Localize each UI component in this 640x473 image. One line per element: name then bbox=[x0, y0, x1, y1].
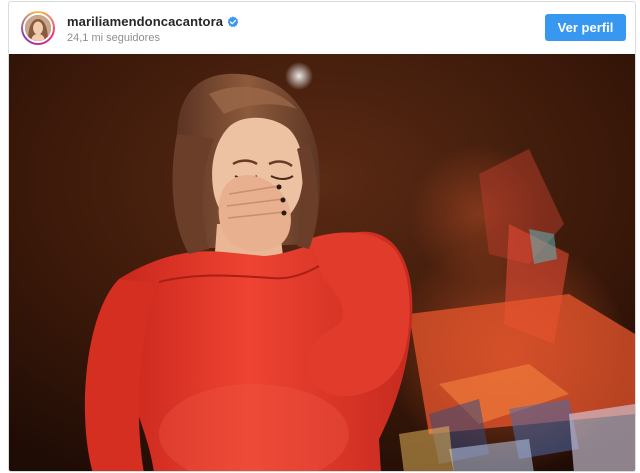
view-profile-button[interactable]: Ver perfil bbox=[545, 14, 626, 41]
username-row: mariliamendoncacantora bbox=[67, 14, 239, 29]
follower-count: 24,1 mi seguidores bbox=[67, 32, 160, 44]
post-header: mariliamendoncacantora 24,1 mi seguidore… bbox=[9, 2, 635, 54]
profile-avatar[interactable] bbox=[21, 11, 55, 45]
verified-badge-icon bbox=[227, 15, 239, 27]
avatar-image bbox=[23, 13, 53, 43]
username[interactable]: mariliamendoncacantora bbox=[67, 14, 223, 29]
post-photo[interactable] bbox=[9, 54, 635, 471]
instagram-embed: mariliamendoncacantora 24,1 mi seguidore… bbox=[8, 1, 636, 472]
